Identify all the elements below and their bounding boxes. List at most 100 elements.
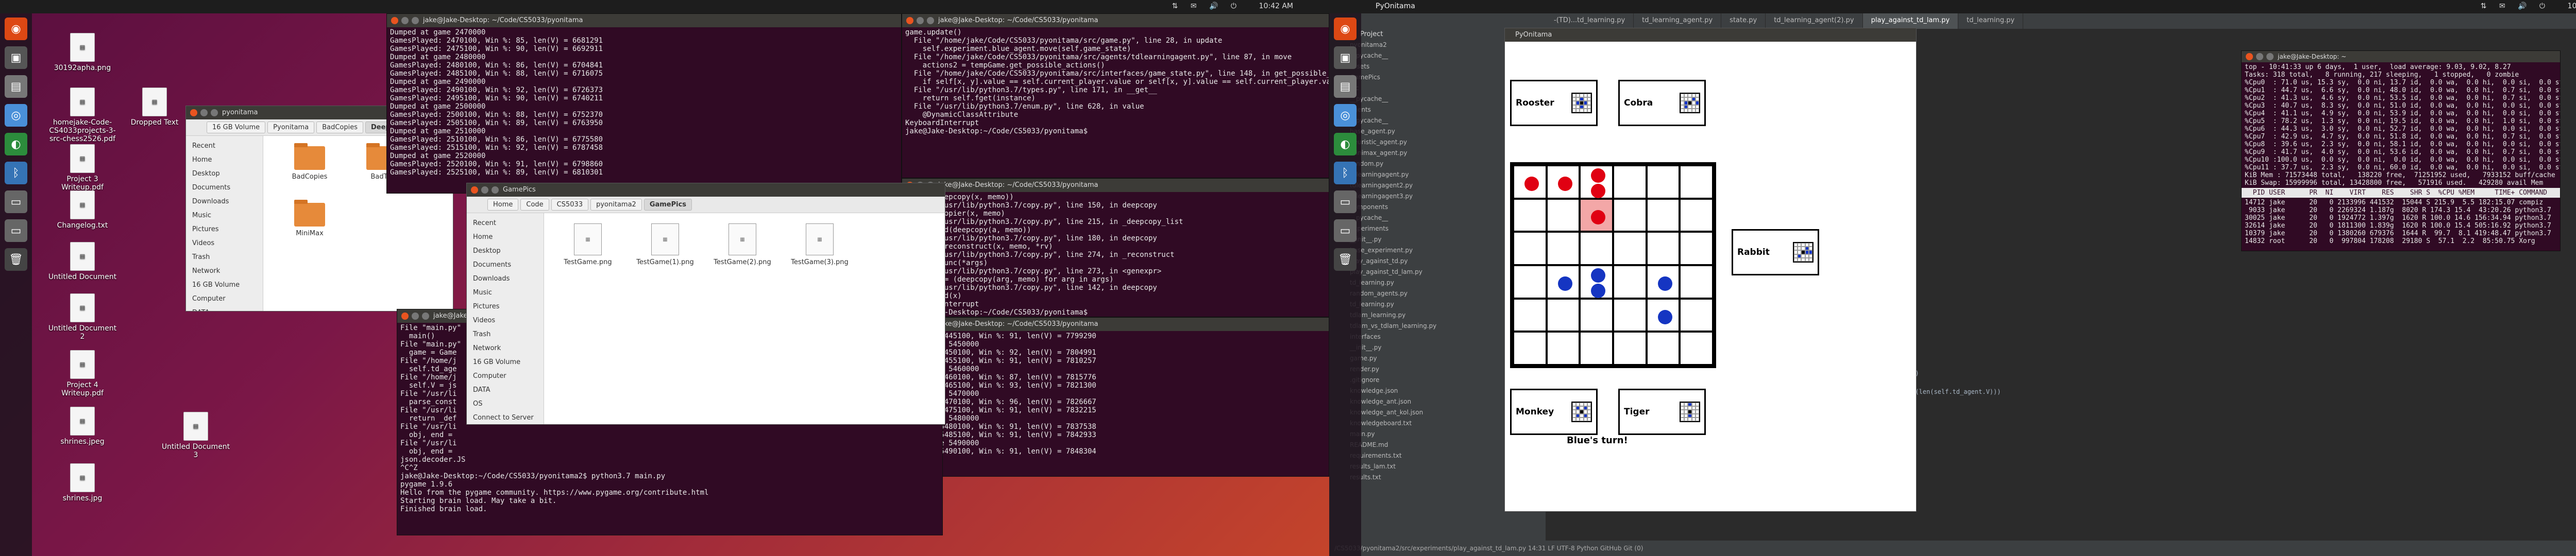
board-cell[interactable] (1546, 298, 1580, 332)
blue-master-piece[interactable] (1591, 283, 1606, 298)
breadcrumb-item[interactable]: Home (487, 199, 519, 211)
maximize-icon[interactable] (211, 109, 218, 116)
board-cell[interactable] (1513, 298, 1547, 332)
close-icon[interactable] (401, 312, 409, 320)
sidebar-item[interactable]: Desktop (467, 244, 544, 258)
board-cell[interactable] (1580, 265, 1613, 299)
blue-piece[interactable] (1591, 268, 1606, 283)
desktop-icon[interactable]: ▤ Untitled Document 3 (160, 412, 232, 459)
editor-tab[interactable]: td_learning_agent(2).py (1766, 13, 1863, 29)
file-item[interactable]: ▦ TestGame(1).png (632, 223, 699, 266)
card-cobra[interactable]: Cobra (1618, 80, 1706, 126)
board-cell[interactable] (1680, 332, 1713, 365)
card-rabbit[interactable]: Rabbit (1732, 229, 1819, 275)
editor-tab[interactable]: td_learning_agent.py (1634, 13, 1722, 29)
app-icon[interactable]: ◐ (1334, 133, 1357, 155)
minimize-icon[interactable] (917, 17, 924, 24)
drive-icon[interactable]: ▭ (5, 190, 27, 213)
terminal-training-2[interactable]: jake@Jake-Desktop: ~/Code/CS5033/pyonita… (902, 317, 1329, 477)
sidebar-item[interactable]: Home (467, 230, 544, 244)
terminal-traceback-1[interactable]: jake@Jake-Desktop: ~/Code/CS5033/pyonita… (902, 13, 1329, 178)
sidebar-item[interactable]: DATA (467, 383, 544, 397)
sidebar-item[interactable]: Music (467, 286, 544, 300)
board-cell[interactable] (1580, 298, 1613, 332)
terminal-icon[interactable]: ▣ (5, 46, 27, 69)
board-cell[interactable] (1546, 265, 1580, 299)
sidebar-item[interactable]: Network (186, 264, 263, 278)
board-cell[interactable] (1680, 232, 1713, 265)
board-cell[interactable] (1680, 165, 1713, 199)
breadcrumb-item[interactable]: BadCopies (316, 121, 363, 133)
editor-tab[interactable]: play_against_td_lam.py (1862, 13, 1959, 29)
drive-icon-2[interactable]: ▭ (5, 219, 27, 242)
sidebar-item[interactable]: Desktop (186, 167, 263, 181)
board-cell[interactable] (1646, 198, 1680, 232)
board-cell[interactable] (1580, 198, 1613, 232)
desktop-icon[interactable]: ▤ 30192apha.png (46, 33, 118, 72)
sidebar-item[interactable]: Trash (467, 327, 544, 341)
drive-icon[interactable]: ▭ (1334, 190, 1357, 213)
red-piece[interactable] (1591, 168, 1606, 183)
blue-piece[interactable] (1657, 276, 1672, 291)
desktop-icon[interactable]: ▤ Project 4 Writeup.pdf (46, 350, 118, 397)
ubuntu-dash-icon[interactable]: ◉ (5, 18, 27, 40)
card-rooster[interactable]: Rooster (1510, 80, 1598, 126)
board-cell[interactable] (1613, 265, 1647, 299)
desktop-icon[interactable]: ▤ Untitled Document (46, 242, 118, 281)
terminal-top[interactable]: jake@Jake-Desktop: ~ top - 10:41:33 up 6… (2241, 50, 2561, 251)
board-cell[interactable] (1680, 265, 1713, 299)
chrome-icon[interactable]: ◎ (1334, 104, 1357, 127)
terminal-traceback-2[interactable]: jake@Jake-Desktop: ~/Code/CS5033/pyonita… (902, 178, 1329, 317)
board-cell[interactable] (1613, 298, 1647, 332)
board-cell[interactable] (1646, 298, 1680, 332)
sidebar-item[interactable]: Downloads (467, 272, 544, 286)
blue-piece[interactable] (1557, 276, 1572, 291)
sidebar-item[interactable]: 16 GB Volume (186, 278, 263, 292)
blue-piece[interactable] (1657, 309, 1672, 324)
breadcrumb-item[interactable]: Pyonitama (267, 121, 315, 133)
desktop-icon[interactable]: ▤ homejake-Code-CS4033projects-3-src-ches… (46, 88, 118, 143)
maximize-icon[interactable] (927, 17, 934, 24)
sidebar-item[interactable]: Documents (467, 258, 544, 272)
sidebar-item[interactable]: Trash (186, 250, 263, 264)
minimize-icon[interactable] (412, 312, 419, 320)
board-cell[interactable] (1513, 165, 1547, 199)
board-cell[interactable] (1580, 232, 1613, 265)
maximize-icon[interactable] (492, 186, 499, 194)
minimize-icon[interactable] (401, 17, 409, 24)
sidebar-item[interactable]: DATA (186, 306, 263, 311)
editor-tab[interactable]: state.py (1721, 13, 1766, 29)
board-cell[interactable] (1513, 198, 1547, 232)
trash-icon[interactable]: 🗑 (1334, 248, 1357, 271)
card-tiger[interactable]: Tiger (1618, 389, 1706, 435)
editor-tab[interactable]: -(TD)...td_learning.py (1546, 13, 1634, 29)
clock[interactable]: 10:42 AM (2568, 2, 2576, 10)
board-cell[interactable] (1580, 332, 1613, 365)
drive-icon-2[interactable]: ▭ (1334, 219, 1357, 242)
terminal-training-1[interactable]: jake@Jake-Desktop: ~/Code/CS5033/pyonita… (386, 13, 902, 194)
clock[interactable]: 10:42 AM (1259, 2, 1293, 10)
system-tray[interactable]: ⇅ ✉ 🔊 ⏻ (1172, 2, 1242, 10)
board-cell[interactable] (1513, 332, 1547, 365)
red-piece[interactable] (1524, 177, 1539, 191)
minimize-icon[interactable] (481, 186, 488, 194)
card-monkey[interactable]: Monkey (1510, 389, 1598, 435)
files-icon[interactable]: ▤ (1334, 75, 1357, 98)
board-cell[interactable] (1546, 198, 1580, 232)
close-icon[interactable] (2246, 53, 2253, 60)
board-cell[interactable] (1613, 232, 1647, 265)
minimize-icon[interactable] (200, 109, 208, 116)
board-cell[interactable] (1513, 232, 1547, 265)
sidebar-item[interactable]: Computer (186, 292, 263, 306)
breadcrumb-item[interactable]: 16 GB Volume (207, 121, 266, 133)
bluetooth-icon[interactable]: ᛒ (1334, 162, 1357, 184)
close-icon[interactable] (471, 186, 478, 194)
board-cell[interactable] (1646, 265, 1680, 299)
red-piece[interactable] (1557, 177, 1572, 191)
breadcrumb-item[interactable]: Code (520, 199, 549, 211)
board-cell[interactable] (1546, 232, 1580, 265)
sidebar-item[interactable]: Music (186, 208, 263, 222)
sidebar-item[interactable]: Recent (467, 216, 544, 230)
board-cell[interactable] (1680, 198, 1713, 232)
file-item[interactable]: ▦ TestGame(3).png (786, 223, 853, 266)
